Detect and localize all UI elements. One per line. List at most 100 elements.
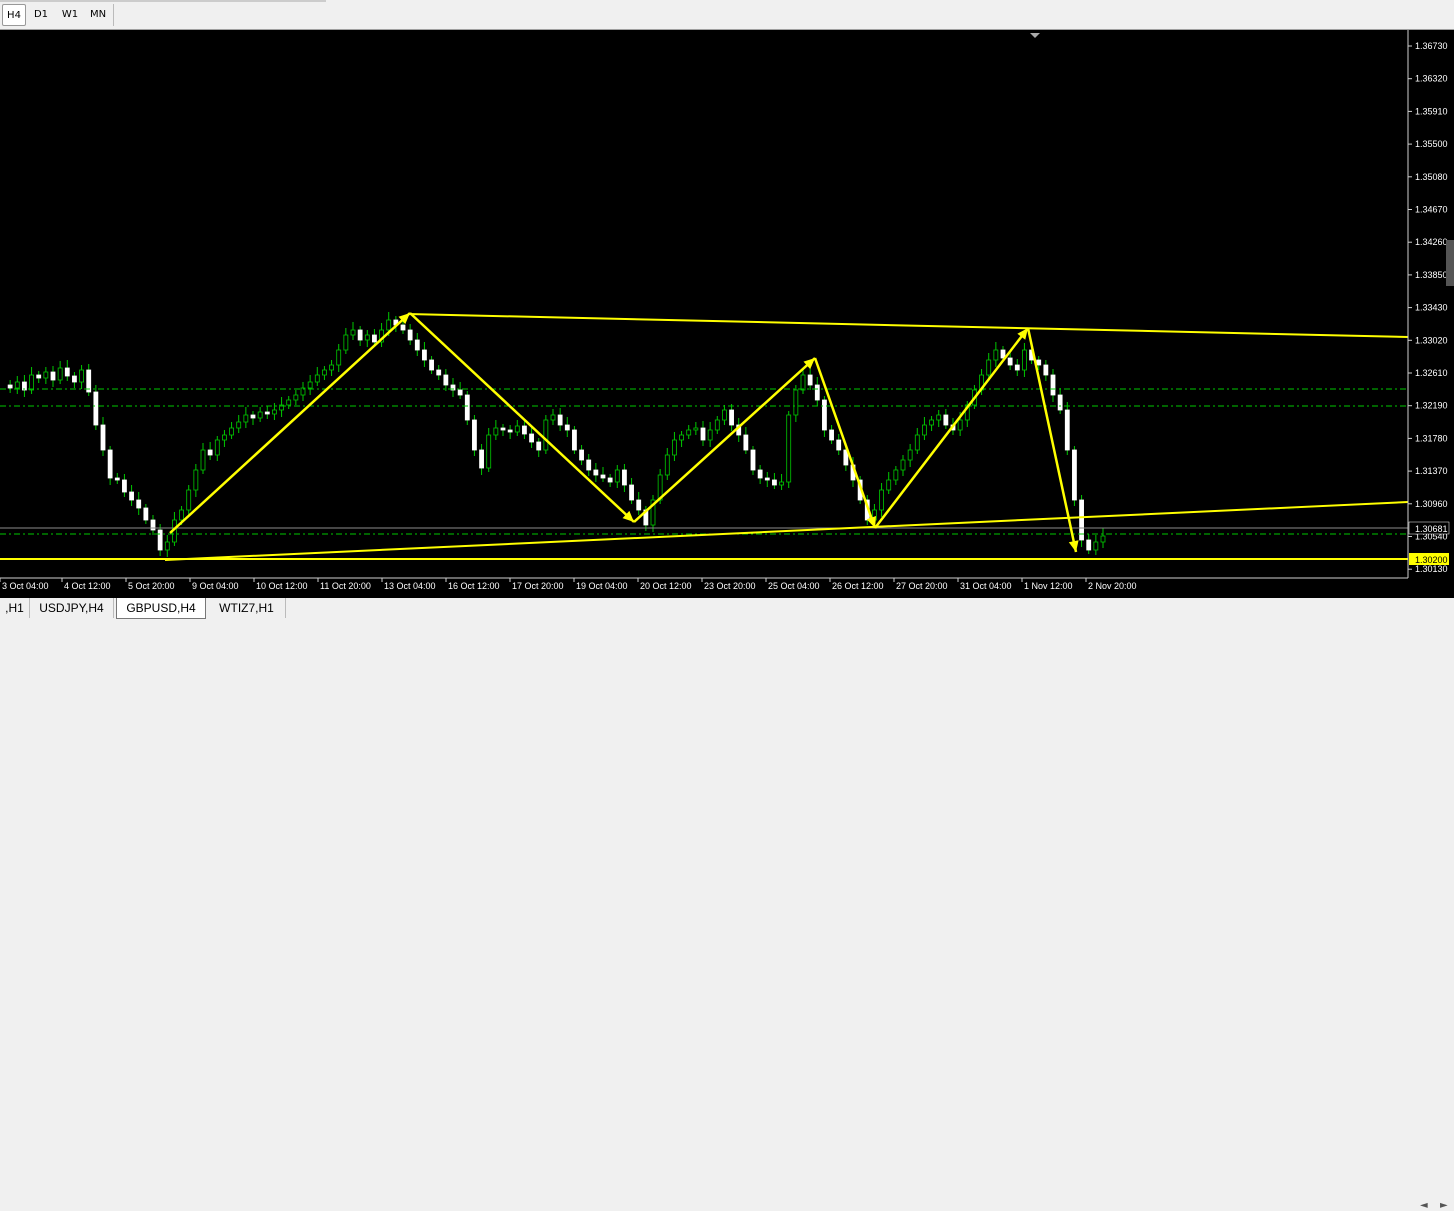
candle-body xyxy=(686,429,692,436)
candle-body xyxy=(993,349,999,361)
candle-body xyxy=(879,489,884,511)
candle-body xyxy=(1043,364,1049,376)
time-tick-label: 23 Oct 20:00 xyxy=(704,581,756,591)
price-tick-label: 1.34260 xyxy=(1415,237,1448,247)
price-tick-label: 1.32190 xyxy=(1415,401,1448,411)
candle-body xyxy=(200,449,206,471)
price-tick-label: 1.35500 xyxy=(1415,139,1448,149)
candle-body xyxy=(207,449,213,456)
time-tick-label: 9 Oct 04:00 xyxy=(192,581,239,591)
candle-body xyxy=(814,384,820,401)
candle-body xyxy=(386,319,392,331)
candle-body xyxy=(514,425,520,433)
price-tick-label: 1.35910 xyxy=(1415,106,1448,116)
candle-body xyxy=(836,439,842,451)
candle-body xyxy=(293,394,299,401)
candle-body xyxy=(422,349,427,361)
candle-body xyxy=(600,474,606,479)
candle-body xyxy=(236,421,242,429)
candle-body xyxy=(586,459,592,471)
price-tick-label: 1.36320 xyxy=(1415,74,1448,84)
candle-body xyxy=(936,414,942,421)
candle-body xyxy=(1086,539,1092,551)
tab-h1[interactable]: ,H1 xyxy=(0,598,30,618)
candle-body xyxy=(436,369,442,376)
candle-body xyxy=(214,439,220,456)
axis-scale-handle[interactable] xyxy=(1446,240,1454,286)
candle-body xyxy=(472,419,477,451)
candle-body xyxy=(222,434,227,441)
candle-body xyxy=(593,469,599,476)
candle-body xyxy=(407,329,413,341)
candle-body xyxy=(779,481,784,486)
candle-body xyxy=(93,391,99,426)
candle-body xyxy=(557,414,563,426)
candle-body xyxy=(357,329,363,341)
price-tick-label: 1.32610 xyxy=(1415,368,1448,378)
candle-body xyxy=(822,399,827,431)
timeframe-d1-button[interactable]: D1 xyxy=(30,4,52,26)
time-tick-label: 31 Oct 04:00 xyxy=(960,581,1012,591)
time-tick-label: 2 Nov 20:00 xyxy=(1088,581,1137,591)
candle-body xyxy=(1014,364,1020,371)
price-tick-label: 1.36730 xyxy=(1415,41,1448,51)
candle-body xyxy=(122,479,127,493)
candle-body xyxy=(364,334,370,341)
timeframe-w1-button[interactable]: W1 xyxy=(58,4,82,26)
price-tick-label: 1.35080 xyxy=(1415,172,1448,182)
candle-body xyxy=(1100,535,1106,543)
candle-body xyxy=(629,484,634,501)
candle-body xyxy=(636,499,642,511)
candle-body xyxy=(429,359,434,371)
price-chart[interactable]: 1.36730 1.36320 1.35910 1.35500 1.35080 1.346… xyxy=(0,30,1454,598)
candle-body xyxy=(922,424,927,436)
time-tick-label: 27 Oct 20:00 xyxy=(896,581,948,591)
chart-canvas[interactable]: 1.36730 1.36320 1.35910 1.35500 1.35080 1.346… xyxy=(0,30,1454,598)
candle-body xyxy=(329,364,334,371)
candle-body xyxy=(114,477,120,481)
scroll-right-icon[interactable]: ► xyxy=(1440,1200,1448,1211)
price-tick-label: 1.30130 xyxy=(1415,564,1448,574)
timeframe-h4-button[interactable]: H4 xyxy=(2,4,26,26)
candle-body xyxy=(786,414,792,483)
candle-body xyxy=(257,411,263,419)
candle-body xyxy=(314,374,320,383)
candle-body xyxy=(1057,394,1063,411)
candle-body xyxy=(1022,349,1027,371)
time-tick-label: 4 Oct 12:00 xyxy=(64,581,111,591)
candle-body xyxy=(757,469,763,479)
candle-body xyxy=(336,349,342,366)
timeframe-mn-button[interactable]: MN xyxy=(86,4,110,26)
candle-body xyxy=(579,449,584,461)
candle-body xyxy=(614,469,620,483)
tab-usdjpy[interactable]: USDJPY,H4 xyxy=(30,598,114,618)
candle-body xyxy=(64,367,70,377)
time-tick-label: 5 Oct 20:00 xyxy=(128,581,175,591)
candle-body xyxy=(186,489,192,511)
scroll-left-icon[interactable]: ◄ xyxy=(1420,1200,1428,1211)
tab-wtiz7[interactable]: WTIZ7,H1 xyxy=(208,598,286,618)
candle-body xyxy=(43,371,49,379)
candle-body xyxy=(1036,359,1042,366)
candle-body xyxy=(50,371,56,381)
candle-body xyxy=(1064,409,1070,451)
candle-body xyxy=(507,429,513,433)
timeframe-toolbar: H4 D1 W1 MN xyxy=(0,0,1454,30)
candle-body xyxy=(57,367,63,381)
candle-body xyxy=(343,334,349,351)
candle-body xyxy=(443,374,449,386)
candle-body xyxy=(607,477,613,483)
candle-body xyxy=(179,509,184,521)
candle-body xyxy=(36,374,42,379)
candle-body xyxy=(807,374,813,386)
candle-body xyxy=(750,449,756,471)
candle-body xyxy=(250,414,256,419)
tab-gbpusd[interactable]: GBPUSD,H4 xyxy=(116,598,206,619)
time-tick-label: 17 Oct 20:00 xyxy=(512,581,564,591)
candle-body xyxy=(457,389,463,396)
candle-body xyxy=(107,449,113,479)
time-tick-label: 1 Nov 12:00 xyxy=(1024,581,1073,591)
current-price-tag: 1.30681 xyxy=(1415,524,1448,534)
time-tick-label: 13 Oct 04:00 xyxy=(384,581,436,591)
candle-body xyxy=(29,374,34,391)
